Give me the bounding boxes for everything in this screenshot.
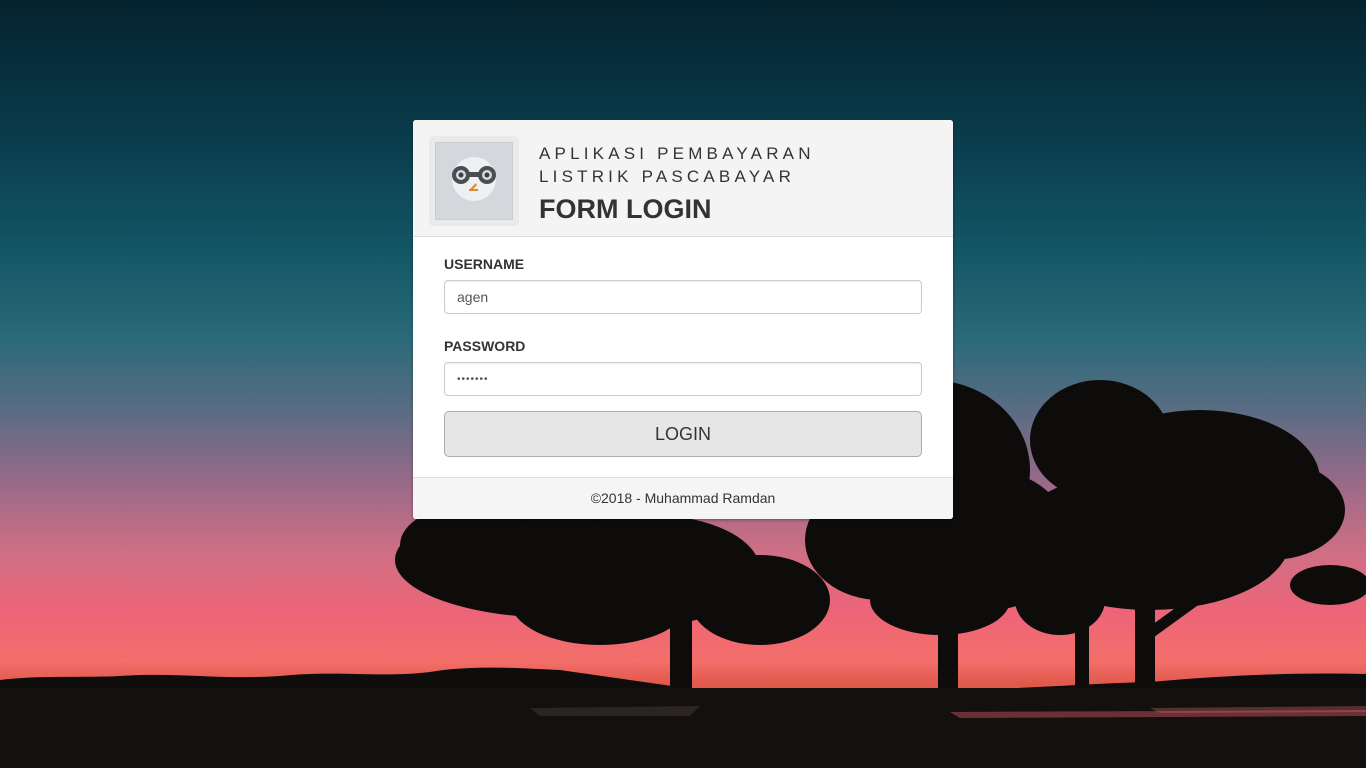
login-button[interactable]: LOGIN: [444, 411, 922, 457]
owl-logo-icon: [435, 142, 513, 220]
heading-text: APLIKASI PEMBAYARAN LISTRIK PASCABAYAR F…: [539, 142, 815, 225]
form-title: FORM LOGIN: [539, 194, 712, 224]
app-title-line2: LISTRIK PASCABAYAR: [539, 167, 796, 186]
app-title-line1: APLIKASI PEMBAYARAN: [539, 144, 815, 163]
password-input[interactable]: [444, 362, 922, 396]
logo: [429, 136, 519, 226]
copyright-text: ©2018 - Muhammad Ramdan: [590, 490, 776, 506]
login-form: USERNAME PASSWORD LOGIN: [413, 237, 953, 477]
panel-heading: APLIKASI PEMBAYARAN LISTRIK PASCABAYAR F…: [413, 120, 953, 237]
panel-footer: ©2018 - Muhammad Ramdan: [413, 477, 953, 519]
username-label: USERNAME: [444, 256, 525, 272]
username-input[interactable]: [444, 280, 922, 314]
password-label: PASSWORD: [444, 338, 526, 354]
sunset-background: APLIKASI PEMBAYARAN LISTRIK PASCABAYAR F…: [0, 0, 1366, 768]
login-panel: APLIKASI PEMBAYARAN LISTRIK PASCABAYAR F…: [413, 120, 953, 519]
